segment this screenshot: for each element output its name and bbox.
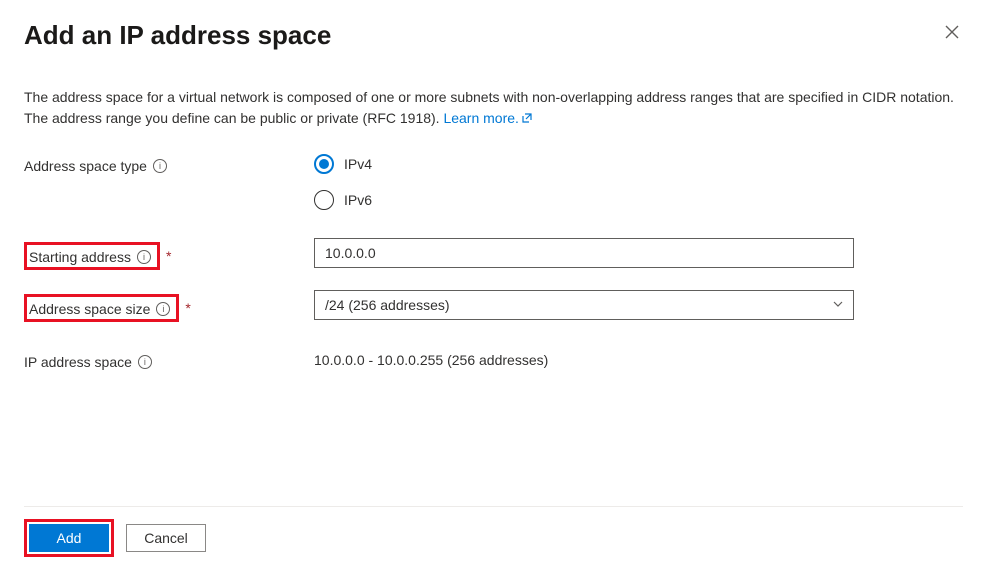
info-icon[interactable]: i: [137, 250, 151, 264]
cancel-button[interactable]: Cancel: [126, 524, 206, 552]
label-col: Address space type i: [24, 154, 314, 174]
radio-icon: [314, 154, 334, 174]
learn-more-label: Learn more.: [443, 110, 518, 126]
label-col: Starting address i *: [24, 238, 314, 270]
external-link-icon: [521, 109, 533, 130]
info-icon[interactable]: i: [153, 159, 167, 173]
row-starting-address: Starting address i *: [24, 238, 963, 270]
radio-ipv6-label: IPv6: [344, 192, 372, 208]
add-button[interactable]: Add: [29, 524, 109, 552]
select-value: /24 (256 addresses): [325, 297, 450, 313]
label-ip-address-space: IP address space: [24, 354, 132, 370]
control-col: [314, 238, 854, 268]
row-address-space-type: Address space type i IPv4 IPv6: [24, 154, 963, 210]
label-col: IP address space i: [24, 350, 314, 370]
highlight-box: Starting address i: [24, 242, 160, 270]
panel-footer: Add Cancel: [24, 506, 963, 571]
radio-ipv4-label: IPv4: [344, 156, 372, 172]
close-button[interactable]: [941, 20, 963, 46]
control-col: IPv4 IPv6: [314, 154, 854, 210]
label-address-space-size: Address space size: [29, 301, 150, 317]
label-address-space-type: Address space type: [24, 158, 147, 174]
panel-title: Add an IP address space: [24, 20, 331, 51]
required-marker: *: [166, 248, 171, 264]
highlight-box: Address space size i: [24, 294, 179, 322]
learn-more-link[interactable]: Learn more.: [443, 110, 532, 126]
info-icon[interactable]: i: [138, 355, 152, 369]
add-ip-space-panel: Add an IP address space The address spac…: [0, 0, 987, 571]
starting-address-input[interactable]: [314, 238, 854, 268]
label-starting-address: Starting address: [29, 249, 131, 265]
highlight-box: Add: [24, 519, 114, 557]
address-space-size-select[interactable]: /24 (256 addresses): [314, 290, 854, 320]
control-col: 10.0.0.0 - 10.0.0.255 (256 addresses): [314, 350, 854, 368]
close-icon: [945, 23, 959, 43]
select-display: /24 (256 addresses): [314, 290, 854, 320]
required-marker: *: [185, 300, 190, 316]
radio-group-ip-type: IPv4 IPv6: [314, 154, 854, 210]
description-text: The address space for a virtual network …: [24, 87, 963, 130]
label-col: Address space size i *: [24, 290, 314, 322]
radio-ipv4[interactable]: IPv4: [314, 154, 854, 174]
row-ip-address-space: IP address space i 10.0.0.0 - 10.0.0.255…: [24, 350, 963, 370]
row-address-space-size: Address space size i * /24 (256 addresse…: [24, 290, 963, 322]
info-icon[interactable]: i: [156, 302, 170, 316]
ip-address-space-value: 10.0.0.0 - 10.0.0.255 (256 addresses): [314, 350, 854, 368]
radio-icon: [314, 190, 334, 210]
panel-header: Add an IP address space: [24, 20, 963, 51]
control-col: /24 (256 addresses): [314, 290, 854, 320]
radio-ipv6[interactable]: IPv6: [314, 190, 854, 210]
form-body: The address space for a virtual network …: [24, 87, 963, 506]
